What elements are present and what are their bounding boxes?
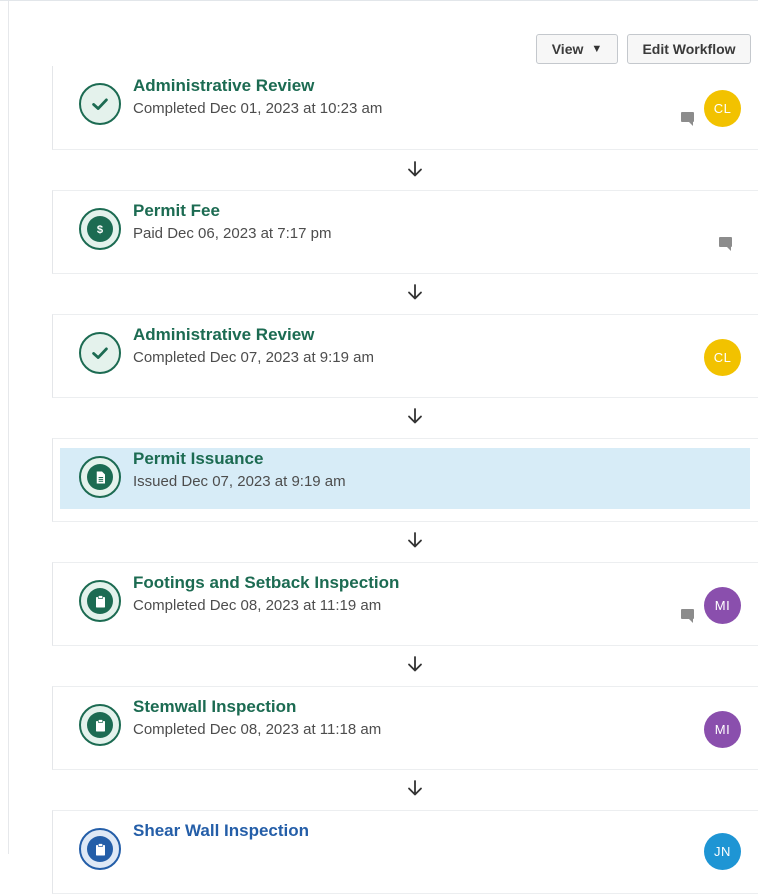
workflow-step[interactable]: $ Permit Fee Paid Dec 06, 2023 at 7:17 p… (52, 190, 758, 274)
workflow-step[interactable]: Stemwall Inspection Completed Dec 08, 20… (52, 686, 758, 770)
comment-icon[interactable] (681, 609, 694, 623)
step-title[interactable]: Shear Wall Inspection (133, 821, 309, 841)
step-title[interactable]: Permit Fee (133, 201, 220, 221)
arrow-down-icon (408, 532, 422, 548)
clipboard-icon (79, 828, 121, 870)
edit-workflow-button[interactable]: Edit Workflow (627, 34, 751, 64)
workflow-step[interactable]: Administrative Review Completed Dec 01, … (52, 66, 758, 150)
step-connector (72, 149, 758, 189)
view-button-label: View (551, 41, 584, 57)
step-connector (72, 644, 758, 684)
svg-text:$: $ (97, 224, 104, 236)
step-title[interactable]: Administrative Review (133, 325, 314, 345)
panel-divider (8, 1, 9, 854)
step-connector (72, 768, 758, 808)
arrow-down-icon (408, 780, 422, 796)
workflow-step[interactable]: Footings and Setback Inspection Complete… (52, 562, 758, 646)
avatar[interactable]: CL (704, 90, 741, 127)
caret-down-icon: ▼ (591, 43, 603, 55)
avatar[interactable]: CL (704, 339, 741, 376)
step-status: Issued Dec 07, 2023 at 9:19 am (133, 473, 346, 490)
workflow-step[interactable]: Administrative Review Completed Dec 07, … (52, 314, 758, 398)
step-status: Paid Dec 06, 2023 at 7:17 pm (133, 225, 332, 242)
clipboard-icon (79, 704, 121, 746)
step-connector (72, 520, 758, 560)
avatar[interactable]: MI (704, 711, 741, 748)
avatar[interactable]: JN (704, 833, 741, 870)
step-title[interactable]: Stemwall Inspection (133, 697, 296, 717)
view-dropdown-button[interactable]: View ▼ (536, 34, 618, 64)
workflow-step-selected[interactable]: Permit Issuance Issued Dec 07, 2023 at 9… (52, 438, 758, 522)
step-title[interactable]: Footings and Setback Inspection (133, 573, 399, 593)
arrow-down-icon (408, 656, 422, 672)
step-title[interactable]: Permit Issuance (133, 449, 263, 469)
step-status: Completed Dec 08, 2023 at 11:19 am (133, 597, 382, 614)
arrow-down-icon (408, 284, 422, 300)
step-connector (72, 272, 758, 312)
comment-icon[interactable] (681, 112, 694, 126)
check-icon (79, 83, 121, 125)
step-status: Completed Dec 08, 2023 at 11:18 am (133, 721, 382, 738)
workflow-step[interactable]: Shear Wall Inspection JN (52, 810, 758, 894)
document-icon (79, 456, 121, 498)
comment-icon[interactable] (719, 237, 732, 251)
workflow-panel: View ▼ Edit Workflow Administrative Revi… (0, 0, 758, 894)
step-connector (72, 396, 758, 436)
check-icon (79, 332, 121, 374)
dollar-icon: $ (79, 208, 121, 250)
workflow-toolbar: View ▼ Edit Workflow (536, 34, 751, 64)
avatar[interactable]: MI (704, 587, 741, 624)
step-status: Completed Dec 01, 2023 at 10:23 am (133, 100, 383, 117)
arrow-down-icon (408, 408, 422, 424)
step-status: Completed Dec 07, 2023 at 9:19 am (133, 349, 374, 366)
clipboard-icon (79, 580, 121, 622)
arrow-down-icon (408, 161, 422, 177)
step-title[interactable]: Administrative Review (133, 76, 314, 96)
